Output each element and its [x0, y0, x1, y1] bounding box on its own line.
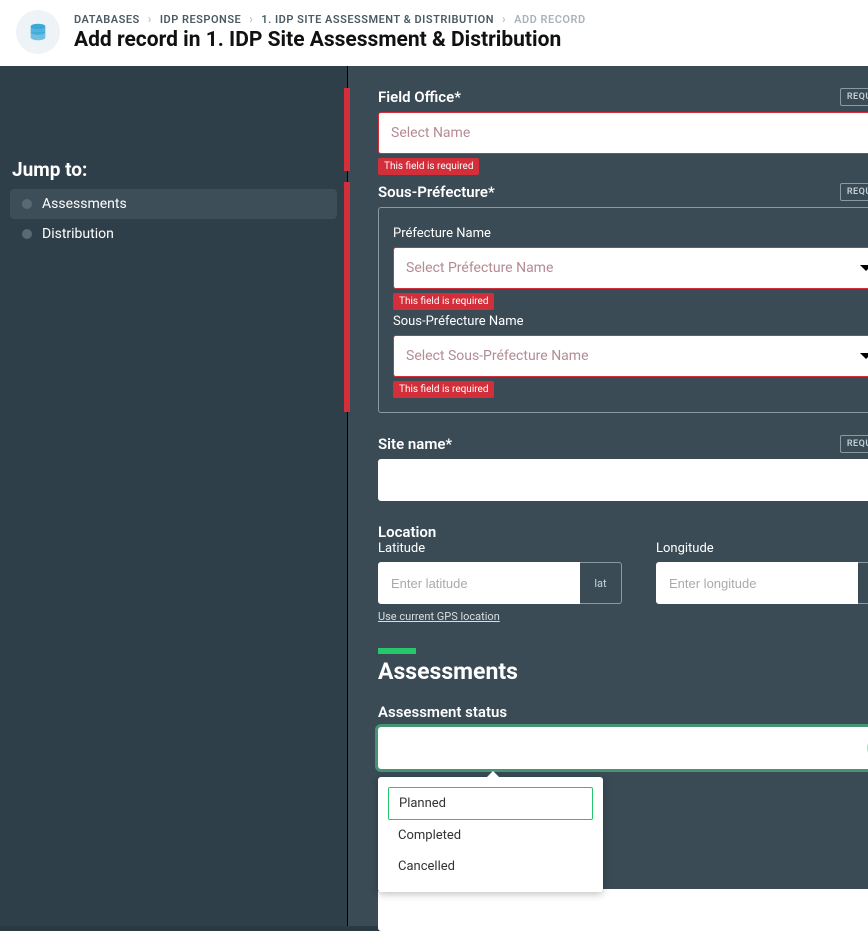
sous-prefecture-field: Sous-Préfecture* REQUIRED Préfecture Nam… [378, 183, 868, 413]
field-label: Location [378, 523, 868, 541]
dropdown-option-cancelled[interactable]: Cancelled [388, 851, 593, 882]
field-office-field: Field Office* REQUIRED Select Name This … [378, 88, 868, 175]
assessment-status-select[interactable] [378, 727, 868, 769]
chevron-down-icon [860, 353, 868, 359]
error-message: This field is required [393, 381, 494, 398]
latitude-input[interactable] [378, 562, 580, 604]
database-icon [16, 10, 60, 54]
section-title-assessments: Assessments [378, 658, 868, 685]
page-header: DATABASES › IDP RESPONSE › 1. IDP SITE A… [0, 0, 868, 66]
assessment-status-dropdown: Planned Completed Cancelled [378, 777, 603, 892]
dot-icon [22, 199, 32, 209]
sous-prefecture-group: Préfecture Name Select Préfecture Name T… [378, 207, 868, 413]
breadcrumb-idp-response[interactable]: IDP RESPONSE [160, 13, 241, 26]
required-badge: REQUIRED [840, 88, 868, 106]
sous-prefecture-select[interactable]: Select Sous-Préfecture Name [393, 335, 868, 377]
long-unit-tag: long [858, 562, 868, 604]
select-placeholder: Select Préfecture Name [406, 260, 553, 276]
field-label: Site name* [378, 435, 452, 453]
site-name-input[interactable] [378, 459, 868, 501]
error-message: This field is required [378, 158, 479, 175]
location-field: Location Latitude lat Use current GPS lo… [378, 523, 868, 624]
required-indicator-strip [344, 88, 350, 171]
form-area: Field Office* REQUIRED Select Name This … [348, 66, 868, 926]
breadcrumb-site-assessment[interactable]: 1. IDP SITE ASSESSMENT & DISTRIBUTION [261, 13, 494, 26]
error-message: This field is required [393, 293, 494, 310]
select-placeholder: Select Sous-Préfecture Name [406, 348, 589, 364]
chevron-right-icon: › [148, 12, 152, 26]
use-gps-link[interactable]: Use current GPS location [378, 610, 500, 623]
prefecture-name-label: Préfecture Name [393, 226, 868, 241]
dot-icon [22, 229, 32, 239]
breadcrumb-add-record: ADD RECORD [514, 13, 586, 26]
required-indicator-strip [344, 182, 350, 412]
page-title: Add record in 1. IDP Site Assessment & D… [74, 28, 586, 52]
dropdown-option-completed[interactable]: Completed [388, 820, 593, 851]
breadcrumb: DATABASES › IDP RESPONSE › 1. IDP SITE A… [74, 12, 586, 26]
sous-prefecture-name-label: Sous-Préfecture Name [393, 314, 868, 329]
site-name-field: Site name* REQUIRED [378, 435, 868, 501]
chevron-right-icon: › [249, 12, 253, 26]
jump-to-label: Jump to: [0, 158, 347, 189]
prefecture-select[interactable]: Select Préfecture Name [393, 247, 868, 289]
sidebar: Jump to: Assessments Distribution [0, 66, 348, 926]
sidebar-item-label: Distribution [42, 226, 114, 242]
chevron-right-icon: › [502, 12, 506, 26]
sidebar-item-assessments[interactable]: Assessments [10, 189, 337, 219]
field-label: Field Office* [378, 88, 461, 106]
field-label: Sous-Préfecture* [378, 183, 495, 201]
required-badge: REQUIRED [840, 435, 868, 453]
sidebar-item-distribution[interactable]: Distribution [10, 219, 337, 249]
sidebar-item-label: Assessments [42, 196, 127, 212]
longitude-input[interactable] [656, 562, 858, 604]
chevron-down-icon [860, 265, 868, 271]
field-label: Assessment status [378, 703, 868, 721]
select-placeholder: Select Name [391, 125, 470, 141]
longitude-label: Longitude [656, 541, 868, 556]
assessment-status-field: Assessment status Planned Completed Canc… [378, 703, 868, 769]
breadcrumb-databases[interactable]: DATABASES [74, 13, 140, 26]
dropdown-option-planned[interactable]: Planned [388, 787, 593, 820]
field-office-select[interactable]: Select Name [378, 112, 868, 154]
collapsed-select[interactable] [378, 889, 868, 931]
lat-unit-tag: lat [580, 562, 622, 604]
section-accent [378, 648, 416, 654]
required-badge: REQUIRED [840, 183, 868, 201]
latitude-label: Latitude [378, 541, 622, 556]
